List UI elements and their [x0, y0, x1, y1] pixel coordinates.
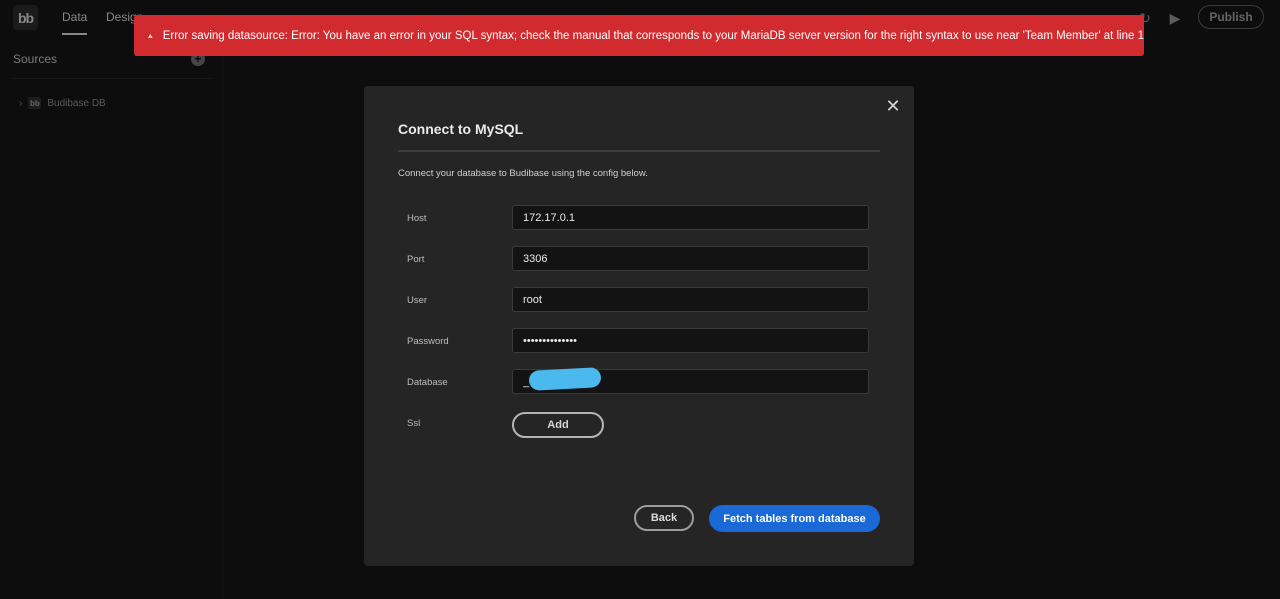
redaction-mark: [528, 367, 602, 391]
user-label: User: [407, 295, 428, 306]
modal-description: Connect your database to Budibase using …: [398, 168, 648, 179]
error-message: Error saving datasource: Error: You have…: [162, 29, 1144, 42]
user-input[interactable]: [512, 287, 869, 312]
error-toast: Error saving datasource: Error: You have…: [134, 15, 1144, 56]
back-button[interactable]: Back: [634, 505, 694, 531]
modal-title: Connect to MySQL: [398, 121, 524, 137]
ssl-label: Ssl: [407, 418, 421, 429]
database-label: Database: [407, 377, 448, 388]
port-label: Port: [407, 254, 425, 265]
host-input[interactable]: [512, 205, 869, 230]
ssl-add-button[interactable]: Add: [512, 412, 604, 438]
password-input[interactable]: [512, 328, 869, 353]
close-icon[interactable]: ✕: [885, 97, 901, 115]
fetch-tables-button[interactable]: Fetch tables from database: [709, 505, 880, 532]
alert-triangle-icon: [148, 33, 153, 38]
host-label: Host: [407, 213, 427, 224]
port-input[interactable]: [512, 246, 869, 271]
password-label: Password: [407, 336, 449, 347]
connect-mysql-modal: ✕ Connect to MySQL Connect your database…: [364, 86, 914, 566]
title-divider: [398, 150, 880, 152]
